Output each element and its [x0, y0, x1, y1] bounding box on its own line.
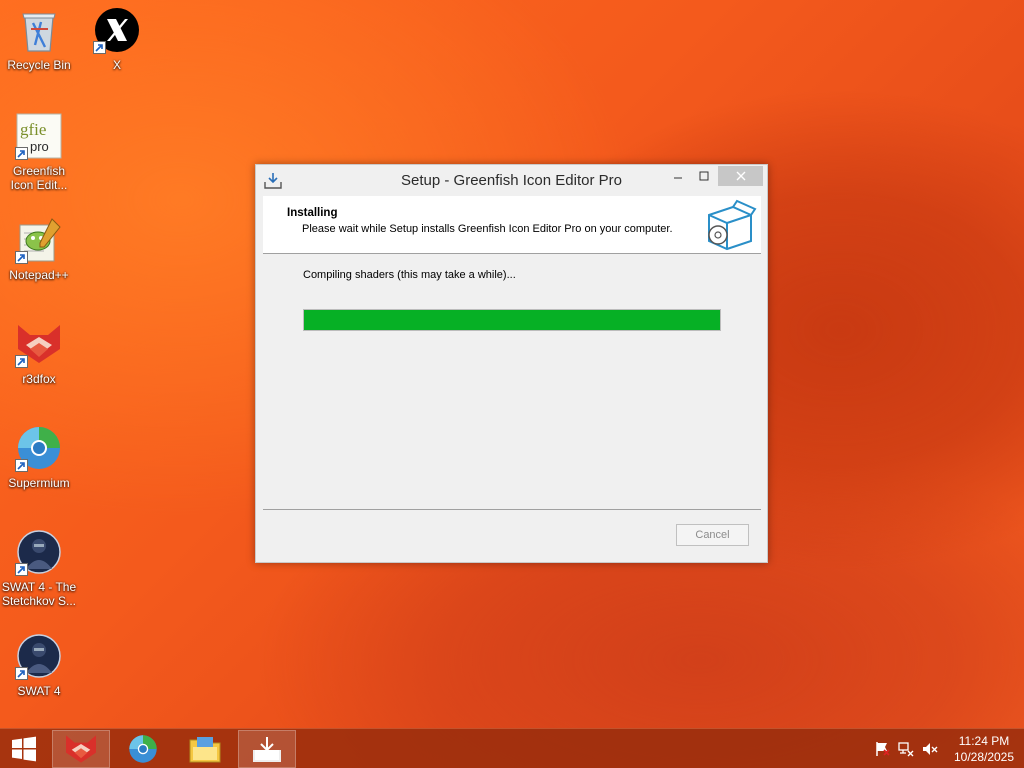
maximize-icon	[699, 171, 709, 181]
volume-muted-icon	[923, 743, 938, 755]
swat4-icon	[15, 528, 63, 576]
r3dfox-icon	[66, 735, 96, 763]
desktop-icon-label: Greenfish Icon Edit...	[10, 164, 68, 192]
desktop-icon-label: SWAT 4 - The Stetchkov S...	[1, 580, 77, 608]
wizard-header: Installing Please wait while Setup insta…	[263, 196, 761, 254]
install-status-text: Compiling shaders (this may take a while…	[303, 269, 516, 281]
taskbar-app-supermium[interactable]	[114, 730, 172, 768]
wizard-button-bar: Cancel	[263, 510, 761, 556]
x-app-icon	[93, 6, 141, 54]
shortcut-arrow-icon	[15, 355, 28, 368]
setup-installer-icon	[253, 737, 281, 762]
install-progress-bar	[303, 309, 721, 331]
supermium-icon	[129, 735, 157, 763]
desktop-icon-label: Supermium	[8, 476, 70, 490]
notepad-plus-plus-icon	[15, 216, 63, 264]
shortcut-arrow-icon	[15, 667, 28, 680]
window-titlebar[interactable]: Setup - Greenfish Icon Editor Pro	[256, 165, 767, 196]
desktop-icon-greenfish[interactable]: gfie pro Greenfish Icon Edit...	[0, 112, 78, 192]
desktop-icon-x[interactable]: X	[78, 6, 156, 72]
tray-volume[interactable]	[920, 729, 940, 768]
r3dfox-icon	[15, 320, 63, 368]
shortcut-arrow-icon	[15, 147, 28, 160]
greenfish-icon: gfie pro	[15, 112, 63, 160]
clock-date: 10/28/2025	[953, 750, 1015, 764]
clock-time: 11:24 PM	[958, 734, 1010, 748]
shortcut-arrow-icon	[15, 459, 28, 472]
wizard-body: Compiling shaders (this may take a while…	[263, 254, 761, 510]
desktop-icon-swat4-stetchkov[interactable]: SWAT 4 - The Stetchkov S...	[0, 528, 78, 608]
desktop-icon-swat4[interactable]: SWAT 4	[0, 632, 78, 698]
shortcut-arrow-icon	[15, 251, 28, 264]
cancel-button[interactable]: Cancel	[676, 524, 749, 546]
desktop-icon-notepad-plus-plus[interactable]: Notepad++	[0, 216, 78, 282]
minimize-button[interactable]	[666, 166, 690, 186]
taskbar-app-setup[interactable]	[238, 730, 296, 768]
swat4-icon	[15, 632, 63, 680]
setup-window[interactable]: Setup - Greenfish Icon Editor Pro Instal…	[255, 164, 768, 563]
taskbar-app-file-explorer[interactable]	[176, 730, 234, 768]
recycle-bin-icon	[15, 6, 63, 54]
windows-logo-icon	[12, 736, 36, 762]
network-icon	[898, 742, 914, 757]
minimize-icon	[674, 177, 682, 179]
desktop-icon-r3dfox[interactable]: r3dfox	[0, 320, 78, 386]
desktop-icon-recycle-bin[interactable]: Recycle Bin	[0, 6, 78, 72]
page-title: Installing	[287, 207, 338, 219]
tray-network[interactable]	[896, 729, 916, 768]
progress-fill	[304, 310, 720, 330]
installer-box-icon	[703, 199, 757, 251]
window-title: Setup - Greenfish Icon Editor Pro	[401, 172, 622, 189]
taskbar-clock[interactable]: 11:24 PM 10/28/2025	[944, 729, 1024, 768]
action-center-flag-icon	[876, 742, 890, 756]
page-subtitle: Please wait while Setup installs Greenfi…	[302, 223, 673, 235]
start-button[interactable]	[0, 729, 48, 768]
maximize-button[interactable]	[692, 166, 716, 186]
shortcut-arrow-icon	[93, 41, 106, 54]
desktop-icon-label: X	[112, 58, 121, 72]
desktop-icon-label: r3dfox	[22, 372, 56, 386]
close-icon	[736, 171, 745, 181]
svg-text:pro: pro	[30, 139, 49, 154]
taskbar: 11:24 PM 10/28/2025	[0, 728, 1024, 768]
desktop-icon-supermium[interactable]: Supermium	[0, 424, 78, 490]
tray-action-center[interactable]	[872, 729, 892, 768]
supermium-icon	[15, 424, 63, 472]
close-button[interactable]	[718, 166, 763, 186]
file-explorer-icon	[189, 737, 221, 763]
shortcut-arrow-icon	[15, 563, 28, 576]
desktop-icon-label: Recycle Bin	[7, 58, 71, 72]
svg-text:gfie: gfie	[20, 120, 46, 139]
desktop-icon-label: Notepad++	[9, 268, 69, 282]
desktop-icon-label: SWAT 4	[17, 684, 61, 698]
taskbar-app-r3dfox[interactable]	[52, 730, 110, 768]
